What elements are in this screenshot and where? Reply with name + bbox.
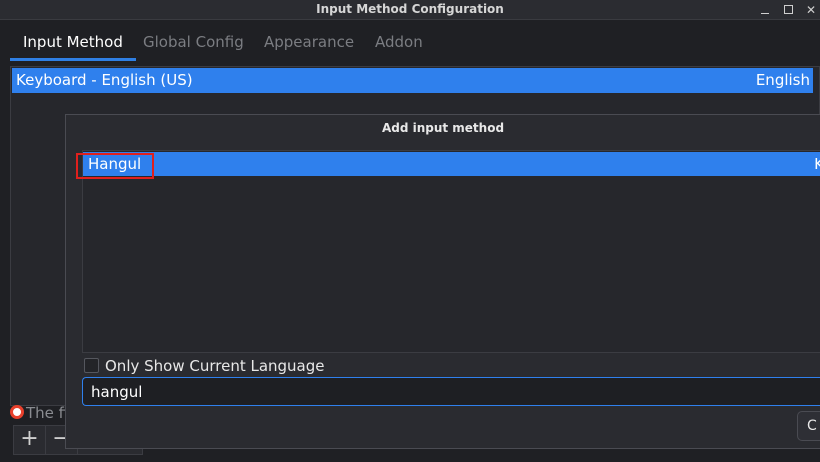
tab-appearance[interactable]: Appearance xyxy=(251,21,367,61)
lifebuoy-icon xyxy=(10,405,24,419)
input-method-language: English xyxy=(755,71,810,89)
add-icon[interactable]: + xyxy=(14,426,46,454)
status-text: The fi xyxy=(26,404,69,422)
available-input-method-list: Hangul K xyxy=(76,150,820,353)
search-input[interactable] xyxy=(83,378,820,405)
checkbox-box[interactable] xyxy=(84,358,99,373)
checkbox-label: Only Show Current Language xyxy=(105,357,325,375)
tab-global-config[interactable]: Global Config xyxy=(130,21,257,61)
title-bar: Input Method Configuration ✕ xyxy=(0,0,820,20)
list-item[interactable]: Keyboard - English (US) English xyxy=(12,68,813,93)
list-item[interactable]: Hangul K xyxy=(76,152,820,179)
search-field[interactable] xyxy=(82,377,820,406)
tab-addon[interactable]: Addon xyxy=(362,21,436,61)
dialog-title: Add input method xyxy=(381,121,505,135)
tab-bar: Input Method Global Config Appearance Ad… xyxy=(10,21,820,61)
minimize-icon[interactable] xyxy=(757,2,773,18)
add-input-method-dialog: Add input method Hangul K Only Show Curr… xyxy=(65,114,820,449)
window-title: Input Method Configuration xyxy=(316,2,504,16)
tab-input-method[interactable]: Input Method xyxy=(10,21,136,61)
status-message: The fi xyxy=(10,403,68,423)
close-icon[interactable]: ✕ xyxy=(803,2,819,18)
maximize-icon[interactable] xyxy=(780,2,796,18)
input-method-name: Hangul xyxy=(88,155,142,173)
input-method-name: Keyboard - English (US) xyxy=(16,71,193,89)
dialog-button[interactable]: C xyxy=(797,411,820,441)
only-current-language-checkbox[interactable]: Only Show Current Language xyxy=(84,355,325,377)
input-method-language: K xyxy=(814,155,820,173)
